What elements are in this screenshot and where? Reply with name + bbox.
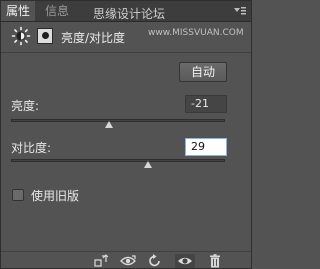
mask-icon[interactable] [37,28,53,44]
contrast-label: 对比度: [11,141,52,155]
brightness-label: 亮度: [11,99,40,113]
visibility-eye-icon[interactable] [175,254,195,268]
panel-menu-icon[interactable] [233,4,247,18]
panel-tab-bar: 属性 信息 思缘设计论坛 [1,1,251,22]
adjustment-header: 亮度/对比度 [1,23,251,51]
trash-icon[interactable] [207,254,223,268]
contrast-slider-thumb[interactable] [143,161,152,168]
view-previous-state-icon[interactable] [119,254,137,268]
brightness-slider-thumb[interactable] [105,121,114,128]
bottom-toolbar [1,251,251,268]
adjustment-title: 亮度/对比度 [61,31,126,45]
contrast-slider-track[interactable] [11,159,225,162]
header-divider [1,52,251,53]
properties-panel: 属性 信息 思缘设计论坛 www.MISSVUAN.COM 亮度/对比度 自动 … [0,0,252,269]
tab-info[interactable]: 信息 [39,1,75,21]
tab-properties[interactable]: 属性 [1,1,35,21]
legacy-checkbox-label[interactable]: 使用旧版 [31,187,79,204]
contrast-value-field[interactable]: 29 [185,138,227,156]
brightness-slider-track[interactable] [11,119,225,122]
auto-button[interactable]: 自动 [179,62,227,82]
watermark-text: 思缘设计论坛 [93,7,166,21]
sun-icon [11,26,31,46]
brightness-value-field[interactable]: -21 [185,95,227,113]
legacy-checkbox[interactable] [12,189,24,201]
reset-icon[interactable] [147,254,163,268]
clip-to-layer-icon[interactable] [93,254,109,268]
